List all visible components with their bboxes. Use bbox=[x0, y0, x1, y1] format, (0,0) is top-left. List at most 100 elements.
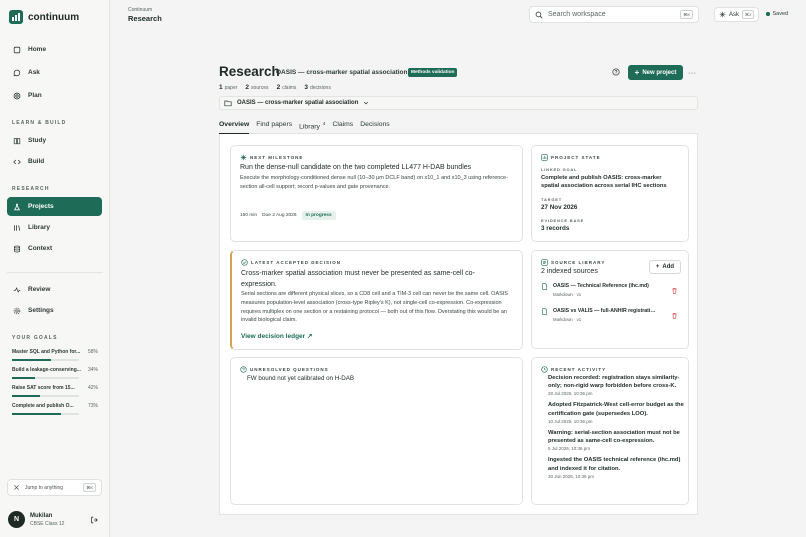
search-input[interactable]: Search workspace ⌘K bbox=[529, 6, 699, 23]
goal-percent: 58% bbox=[87, 349, 98, 355]
recent-activity-card: RECENT ACTIVITY Decision recorded: regis… bbox=[531, 357, 689, 505]
list-item: Warning: serial-section association must… bbox=[548, 429, 684, 451]
sparkle-icon bbox=[719, 11, 726, 18]
evidence-value: 3 records bbox=[541, 225, 570, 232]
activity-text: Ingested the OASIS technical reference (… bbox=[548, 457, 681, 472]
milestone-duration: 150 min bbox=[240, 213, 258, 218]
user-profile[interactable]: N Mukilan CBSE Class 12 bbox=[8, 511, 64, 528]
goal-progress-bar bbox=[12, 395, 79, 397]
plus-icon: + bbox=[655, 264, 660, 270]
nav-study[interactable]: Study bbox=[7, 131, 102, 150]
goal-progress-fill bbox=[12, 395, 41, 397]
goal-item[interactable]: Raise SAT score from 15... 42% bbox=[12, 385, 98, 397]
nav-ask[interactable]: Ask bbox=[7, 63, 102, 82]
nav-plan[interactable]: Plan bbox=[7, 86, 102, 105]
folder-icon bbox=[224, 100, 232, 107]
stat-decisions: 3 decisions bbox=[304, 84, 331, 91]
add-source-label: Add bbox=[662, 264, 675, 270]
activity-date: 30 Jun 2026, 10:36 pm bbox=[548, 473, 595, 479]
goals-section-title: YOUR GOALS bbox=[12, 335, 58, 341]
ask-button[interactable]: Ask ⌘J bbox=[714, 7, 759, 22]
ask-shortcut: ⌘J bbox=[742, 10, 755, 19]
plus-icon: + bbox=[634, 67, 640, 77]
nav-projects[interactable]: Projects bbox=[7, 197, 102, 216]
logout-icon[interactable] bbox=[90, 516, 98, 524]
goal-label: Complete and publish O... bbox=[12, 403, 74, 409]
nav-home[interactable]: Home bbox=[7, 40, 102, 59]
page-title: Research bbox=[219, 64, 280, 79]
stage-badge: Methods validation bbox=[408, 68, 458, 77]
goal-percent: 73% bbox=[87, 403, 98, 409]
add-source-button[interactable]: + Add bbox=[649, 260, 681, 274]
project-selector-label: OASIS — cross-marker spatial association bbox=[237, 100, 359, 106]
tab-library-count: 4 bbox=[322, 121, 326, 126]
more-options-icon[interactable]: ··· bbox=[688, 70, 697, 77]
goal-item[interactable]: Complete and publish O... 73% bbox=[12, 403, 98, 415]
goal-progress-fill bbox=[12, 413, 61, 415]
goal-label: Raise SAT score from 15... bbox=[12, 385, 75, 391]
linked-goal-value: Complete and publish OASIS: cross-marker… bbox=[541, 175, 667, 190]
goal-progress-bar bbox=[12, 377, 79, 379]
list-item: Ingested the OASIS technical reference (… bbox=[548, 456, 684, 478]
nav-projects-label: Projects bbox=[28, 203, 54, 210]
tab-claims[interactable]: Claims bbox=[332, 116, 353, 134]
activity-text: Decision recorded: registration stays si… bbox=[548, 375, 680, 390]
new-project-button[interactable]: + New project bbox=[628, 65, 683, 80]
database-icon bbox=[14, 245, 20, 252]
activity-date: 28 Jul 2026, 10:36 pm bbox=[548, 391, 593, 397]
latest-decision-card: LATEST ACCEPTED DECISION Cross-marker sp… bbox=[230, 250, 523, 350]
search-shortcut: ⌘K bbox=[680, 10, 693, 19]
questions-header: UNRESOLVED QUESTIONS bbox=[240, 366, 329, 373]
stat-papers: 1 paper bbox=[219, 84, 238, 91]
activity-list: Decision recorded: registration stays si… bbox=[548, 374, 684, 484]
goal-label: Build a leakage-conserving... bbox=[12, 367, 81, 373]
nav-context[interactable]: Context bbox=[7, 239, 102, 258]
source-title: OASIS vs VALIS — full-ANHIR registration… bbox=[553, 308, 658, 314]
tab-overview[interactable]: Overview bbox=[219, 116, 250, 134]
milestone-meta: 150 min Due 2 Aug 2026 In progress bbox=[240, 211, 336, 220]
user-name: Mukilan bbox=[30, 512, 53, 519]
source-title: OASIS — Technical Reference (ihc.md) bbox=[553, 283, 649, 289]
goal-item[interactable]: Master SQL and Python for... 58% bbox=[12, 349, 98, 361]
tab-library[interactable]: Library 4 bbox=[299, 116, 325, 134]
app-logo[interactable]: continuum bbox=[9, 10, 79, 24]
jump-to-anything-button[interactable]: Jump to anything ⌘K bbox=[7, 479, 102, 496]
goal-item[interactable]: Build a leakage-conserving... 34% bbox=[12, 367, 98, 379]
linked-goal-label: LINKED GOAL bbox=[541, 167, 578, 172]
activity-date: 10 Jul 2026, 10:36 pm bbox=[548, 418, 593, 424]
nav-settings[interactable]: Settings bbox=[7, 301, 102, 320]
breadcrumb-parent[interactable]: Continuum bbox=[128, 7, 152, 13]
document-icon bbox=[542, 283, 548, 290]
view-decision-ledger-link[interactable]: View decision ledger ↗ bbox=[241, 332, 312, 340]
trash-icon[interactable] bbox=[671, 312, 678, 319]
activity-header: RECENT ACTIVITY bbox=[541, 366, 606, 373]
sidebar-divider bbox=[7, 272, 103, 273]
trash-icon[interactable] bbox=[671, 287, 678, 294]
saved-dot-icon bbox=[766, 12, 770, 16]
milestone-icon bbox=[240, 154, 247, 161]
milestone-due: Due 2 Aug 2026 bbox=[262, 213, 297, 218]
tab-decisions[interactable]: Decisions bbox=[360, 116, 389, 134]
list-item[interactable]: OASIS vs VALIS — full-ANHIR registration… bbox=[541, 308, 674, 322]
project-selector[interactable]: OASIS — cross-marker spatial association bbox=[219, 96, 698, 110]
nav-ask-label: Ask bbox=[28, 69, 40, 76]
tab-find-papers[interactable]: Find papers bbox=[256, 116, 292, 134]
milestone-body: Execute the morphology-conditioned dense… bbox=[240, 175, 508, 190]
goal-percent: 42% bbox=[87, 385, 98, 391]
question-item[interactable]: FW bound not yet calibrated on H-DAB bbox=[247, 375, 354, 382]
chevron-down-icon bbox=[364, 101, 369, 105]
nav-build[interactable]: Build bbox=[7, 152, 102, 171]
question-icon bbox=[240, 366, 247, 373]
clock-icon bbox=[541, 366, 548, 373]
help-icon[interactable] bbox=[612, 68, 620, 76]
milestone-title: Run the dense-null candidate on the two … bbox=[240, 164, 472, 171]
nav-review[interactable]: Review bbox=[7, 280, 102, 299]
activity-icon bbox=[13, 286, 21, 293]
nav-plan-label: Plan bbox=[28, 92, 42, 99]
source-library-card: SOURCE LIBRARY 2 indexed sources + Add O… bbox=[531, 250, 689, 349]
list-item[interactable]: OASIS — Technical Reference (ihc.md) Mark… bbox=[541, 283, 674, 297]
target-label: TARGET bbox=[541, 197, 562, 202]
breadcrumb-current: Research bbox=[128, 14, 162, 23]
next-milestone-card: NEXT MILESTONE Run the dense-null candid… bbox=[230, 145, 523, 242]
nav-library[interactable]: Library bbox=[7, 218, 102, 237]
